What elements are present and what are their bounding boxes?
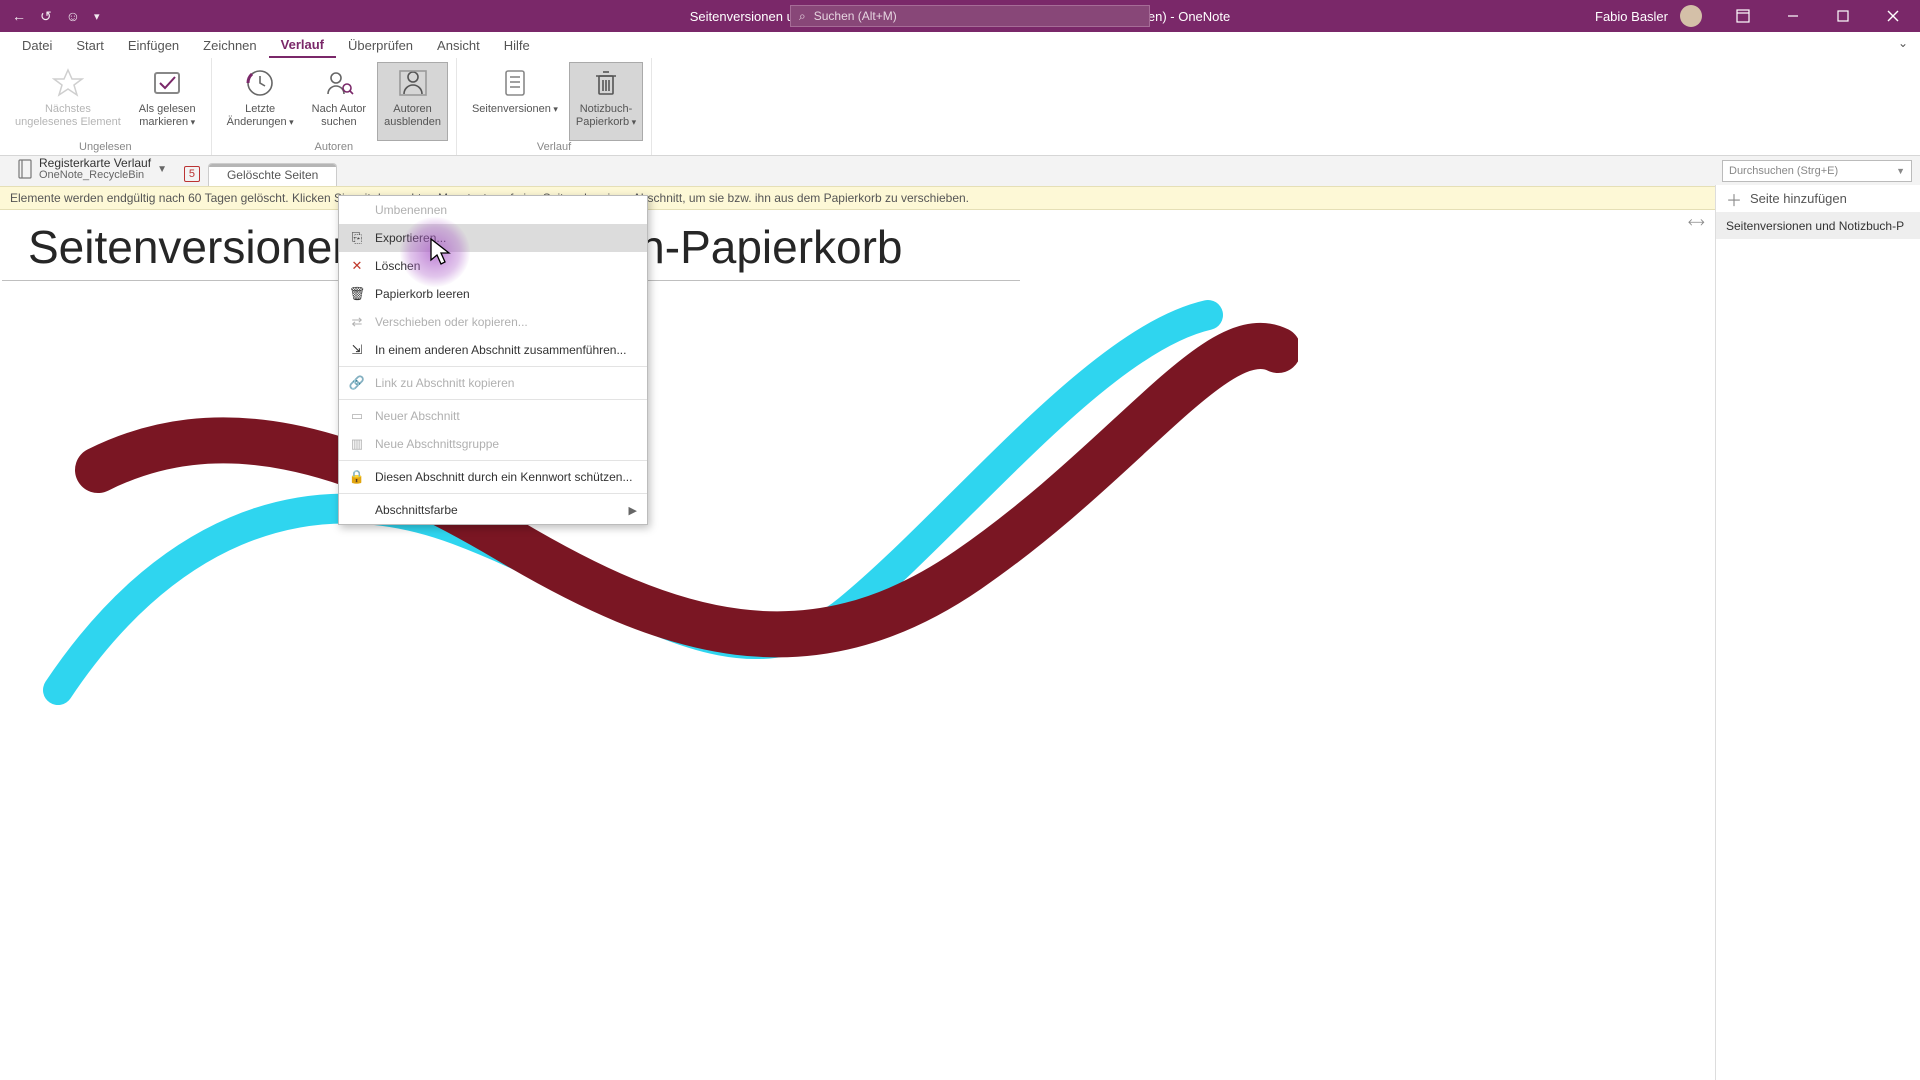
- check-icon: [151, 67, 183, 99]
- ribbon-group-autoren: Letzte Änderungen Nach Autor suchen Auto…: [212, 58, 457, 155]
- cm-export[interactable]: ⎘ Exportieren...: [339, 224, 647, 252]
- quick-access-toolbar: ← ↺ ☺ ▾: [0, 8, 100, 25]
- page-list-item[interactable]: Seitenversionen und Notizbuch-P: [1716, 213, 1920, 239]
- cm-separator: [339, 460, 647, 461]
- cm-separator: [339, 399, 647, 400]
- notebook-sub: OneNote_RecycleBin: [39, 169, 151, 181]
- group-icon: ▥: [349, 436, 365, 452]
- back-icon[interactable]: ←: [12, 8, 26, 24]
- tab-datei[interactable]: Datei: [10, 34, 64, 57]
- star-icon: [52, 67, 84, 99]
- blank-icon: [349, 502, 365, 518]
- cm-empty-recycle[interactable]: 🗑 Papierkorb leeren: [339, 280, 647, 308]
- emoji-icon[interactable]: ☺: [66, 8, 80, 24]
- cm-new-section-group: ▥ Neue Abschnittsgruppe: [339, 430, 647, 458]
- delete-x-icon: ✕: [349, 258, 365, 274]
- person-search-icon: [323, 67, 355, 99]
- section-search-placeholder: Durchsuchen (Strg+E): [1729, 165, 1838, 177]
- close-icon[interactable]: [1870, 0, 1916, 32]
- notebook-icon: [17, 159, 33, 179]
- section-row: Registerkarte Verlauf OneNote_RecycleBin…: [0, 156, 1920, 186]
- cm-password-protect[interactable]: 🔒 Diesen Abschnitt durch ein Kennwort sc…: [339, 463, 647, 491]
- ribbon-group-label: Verlauf: [537, 141, 571, 155]
- chevron-down-icon: ▼: [157, 164, 167, 175]
- undo-icon[interactable]: ↺: [40, 8, 52, 25]
- cm-new-section: ▭ Neuer Abschnitt: [339, 402, 647, 430]
- ribbon: Nächstes ungelesenes Element Als gelesen…: [0, 58, 1920, 156]
- ribbon-group-label: Ungelesen: [79, 141, 132, 155]
- page-canvas[interactable]: ⤢ Seitenversionen und Notizbuch-Papierko…: [0, 210, 1710, 1080]
- qat-customize-icon[interactable]: ▾: [94, 10, 100, 23]
- minimize-icon[interactable]: [1770, 0, 1816, 32]
- ribbon-mode-icon[interactable]: [1720, 0, 1766, 32]
- move-icon: ⇄: [349, 314, 365, 330]
- add-page-button[interactable]: ＋ Seite hinzufügen: [1716, 185, 1920, 213]
- trash-icon: [590, 67, 622, 99]
- search-box[interactable]: ⌕ Suchen (Alt+M): [790, 5, 1150, 27]
- tab-ansicht[interactable]: Ansicht: [425, 34, 492, 57]
- ribbon-notebook-recycle[interactable]: Notizbuch- Papierkorb: [569, 62, 643, 141]
- chevron-right-icon: ▶: [629, 504, 637, 517]
- titlebar-right: Fabio Basler: [1595, 0, 1920, 32]
- context-menu: Umbenennen ⎘ Exportieren... ✕ Löschen 🗑 …: [338, 195, 648, 525]
- search-icon: ⌕: [799, 9, 806, 24]
- section-search[interactable]: Durchsuchen (Strg+E) ▼: [1722, 160, 1912, 182]
- plus-icon: ＋: [1726, 187, 1742, 211]
- trash-icon: 🗑: [349, 286, 365, 302]
- cm-delete[interactable]: ✕ Löschen: [339, 252, 647, 280]
- page-title[interactable]: Seitenversionen und Notizbuch-Papierkorb: [0, 210, 1710, 280]
- clock-icon: [244, 67, 276, 99]
- cm-separator: [339, 493, 647, 494]
- cm-merge[interactable]: ⇲ In einem anderen Abschnitt zusammenfüh…: [339, 336, 647, 364]
- ribbon-group-verlauf: Seitenversionen Notizbuch- Papierkorb Ve…: [457, 58, 652, 155]
- cm-separator: [339, 366, 647, 367]
- chevron-down-icon: ▼: [1896, 166, 1905, 176]
- notebook-title: Registerkarte Verlauf: [39, 157, 151, 169]
- ink-drawing: [38, 280, 1298, 760]
- tab-verlauf[interactable]: Verlauf: [269, 33, 336, 58]
- ribbon-mark-read[interactable]: Als gelesen markieren: [132, 62, 203, 141]
- lock-icon: 🔒: [349, 469, 365, 485]
- tab-ueberpruefen[interactable]: Überprüfen: [336, 34, 425, 57]
- section-icon: ▭: [349, 408, 365, 424]
- maximize-icon[interactable]: [1820, 0, 1866, 32]
- cm-rename: Umbenennen: [339, 196, 647, 224]
- collapse-ribbon-icon[interactable]: ⌄: [1898, 36, 1908, 50]
- page-icon: [499, 67, 531, 99]
- ribbon-last-changes[interactable]: Letzte Änderungen: [220, 62, 301, 141]
- link-icon: 🔗: [349, 375, 365, 391]
- blank-icon: [349, 202, 365, 218]
- titlebar: ← ↺ ☺ ▾ Seitenversionen und Notizbuch-Pa…: [0, 0, 1920, 32]
- ribbon-hide-authors[interactable]: Autoren ausblenden: [377, 62, 448, 141]
- cm-move-copy: ⇄ Verschieben oder kopieren...: [339, 308, 647, 336]
- sync-error-badge[interactable]: 5: [184, 166, 200, 182]
- ribbon-group-label: Autoren: [315, 141, 354, 155]
- person-hide-icon: [397, 67, 429, 99]
- ribbon-find-author[interactable]: Nach Autor suchen: [305, 62, 373, 141]
- ribbon-group-ungelesen: Nächstes ungelesenes Element Als gelesen…: [0, 58, 212, 155]
- tab-einfuegen[interactable]: Einfügen: [116, 34, 191, 57]
- ribbon-next-unread: Nächstes ungelesenes Element: [8, 62, 128, 141]
- cm-section-color[interactable]: Abschnittsfarbe ▶: [339, 496, 647, 524]
- avatar[interactable]: [1680, 5, 1702, 27]
- tab-zeichnen[interactable]: Zeichnen: [191, 34, 268, 57]
- tab-hilfe[interactable]: Hilfe: [492, 34, 542, 57]
- user-name[interactable]: Fabio Basler: [1595, 9, 1668, 24]
- notebook-selector[interactable]: Registerkarte Verlauf OneNote_RecycleBin…: [8, 154, 176, 184]
- ribbon-page-versions[interactable]: Seitenversionen: [465, 62, 565, 141]
- add-page-label: Seite hinzufügen: [1750, 191, 1847, 206]
- section-tab-deleted[interactable]: Gelöschte Seiten: [208, 163, 337, 186]
- search-placeholder: Suchen (Alt+M): [814, 9, 897, 23]
- cm-copy-link: 🔗 Link zu Abschnitt kopieren: [339, 369, 647, 397]
- merge-icon: ⇲: [349, 342, 365, 358]
- export-icon: ⎘: [349, 230, 365, 246]
- menu-strip: Datei Start Einfügen Zeichnen Verlauf Üb…: [0, 32, 1920, 58]
- tab-start[interactable]: Start: [64, 34, 115, 57]
- page-list-panel: ＋ Seite hinzufügen Seitenversionen und N…: [1715, 185, 1920, 1080]
- info-banner: Elemente werden endgültig nach 60 Tagen …: [0, 186, 1920, 210]
